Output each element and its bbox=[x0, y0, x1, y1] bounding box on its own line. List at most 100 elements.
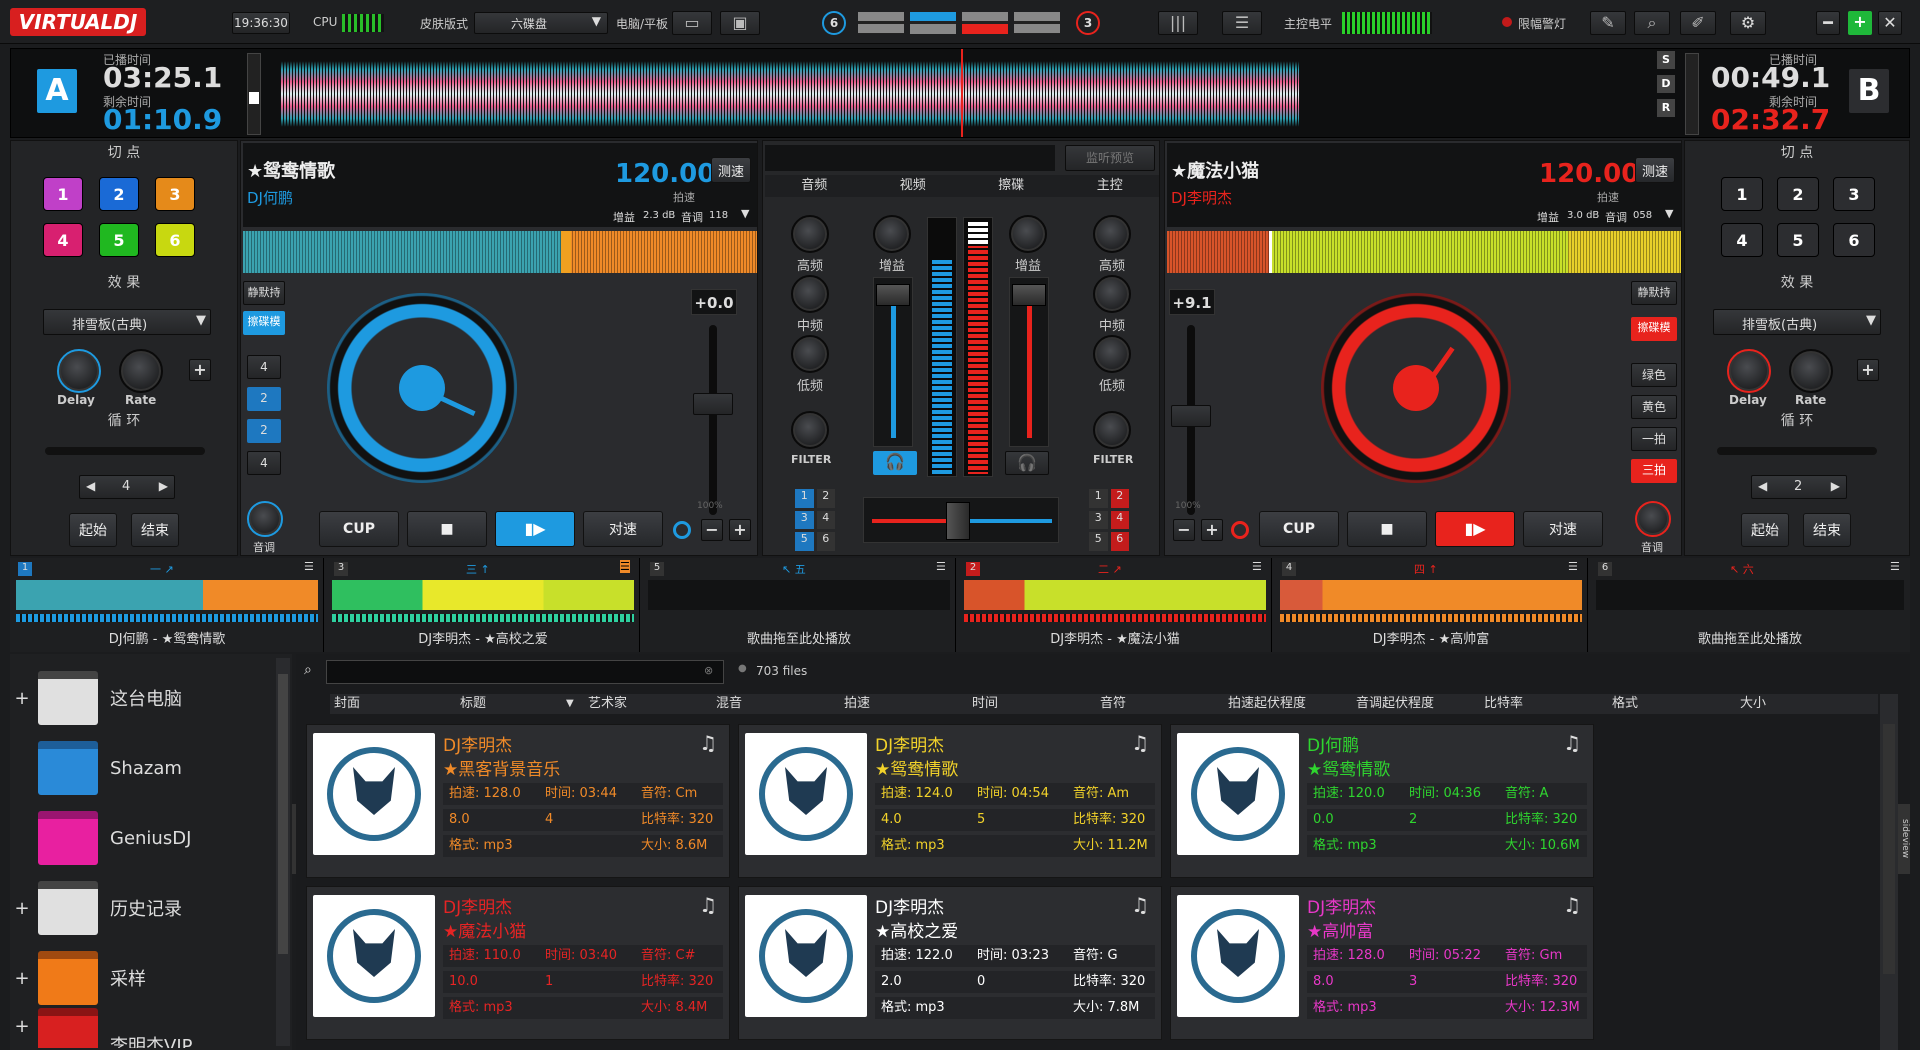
main-waveform-2[interactable] bbox=[1001, 53, 1299, 135]
channel-b-fader-handle[interactable] bbox=[1012, 284, 1046, 306]
crossfader[interactable] bbox=[863, 497, 1059, 543]
laptop-icon[interactable]: ▭ bbox=[672, 11, 712, 35]
folder-vip[interactable]: + 李明杰VIP bbox=[10, 1008, 280, 1048]
deck-b-tap-button[interactable]: 测速 bbox=[1635, 157, 1675, 183]
col-time[interactable]: 时间 bbox=[972, 694, 998, 714]
chevron-left-icon[interactable]: ◀ bbox=[86, 479, 95, 493]
deck-a-loop-2[interactable]: 2 bbox=[247, 387, 281, 411]
search-input[interactable] bbox=[326, 660, 724, 684]
mini-deck-1[interactable]: 1 一 ↗ ☰ DJ何鹏 - ★鸳鸯情歌 bbox=[10, 558, 324, 652]
left-fx-add-button[interactable]: + bbox=[189, 359, 211, 381]
col-key-var[interactable]: 音调起伏程度 bbox=[1356, 694, 1434, 714]
folder-this-pc[interactable]: + 这台电脑 bbox=[10, 666, 280, 730]
deck-a-minus-button[interactable]: − bbox=[701, 519, 723, 541]
left-fx-select[interactable]: 排雪板(古典) ▼ bbox=[43, 309, 211, 335]
tab-scratch[interactable]: 擦碟 bbox=[962, 175, 1061, 197]
eq-a-filter-knob[interactable] bbox=[791, 411, 829, 449]
col-cover[interactable]: 封面 bbox=[334, 694, 360, 714]
col-format[interactable]: 格式 bbox=[1612, 694, 1638, 714]
deck-a-pitch-slider[interactable] bbox=[709, 325, 717, 515]
music-note-icon[interactable]: ♫ bbox=[699, 731, 717, 755]
right-pad-1[interactable]: 1 bbox=[1721, 177, 1763, 211]
gain-a-knob[interactable] bbox=[873, 215, 911, 253]
right-fx-select[interactable]: 排雪板(古典) ▼ bbox=[1713, 309, 1881, 335]
right-loop-slider[interactable] bbox=[1717, 447, 1877, 455]
eq-b-low-knob[interactable] bbox=[1093, 335, 1131, 373]
deck-b-mode-2[interactable]: 擦碟模 bbox=[1631, 317, 1677, 341]
eq-b-mid-knob[interactable] bbox=[1093, 275, 1131, 313]
left-pad-2[interactable]: 2 bbox=[99, 177, 139, 211]
chevron-right-icon[interactable]: ▶ bbox=[1831, 479, 1840, 493]
tab-video[interactable]: 视频 bbox=[864, 175, 963, 197]
music-note-icon[interactable]: ♫ bbox=[1131, 893, 1149, 917]
left-loop-selector[interactable]: ◀ 4 ▶ bbox=[79, 475, 175, 499]
deck-a-loop-1[interactable]: 4 bbox=[247, 355, 281, 379]
folder-history[interactable]: + 历史记录 bbox=[10, 876, 280, 940]
right-pad-4[interactable]: 4 bbox=[1721, 223, 1763, 257]
pin-icon[interactable]: ✎ bbox=[1590, 11, 1626, 35]
deck-b-side-2[interactable]: 黄色 bbox=[1631, 395, 1677, 419]
deck-a-stop-button[interactable]: ■ bbox=[407, 511, 487, 547]
close-icon[interactable]: ✕ bbox=[1878, 11, 1902, 35]
list-icon[interactable]: ☰ bbox=[620, 560, 630, 573]
minimize-icon[interactable]: ━ bbox=[1816, 11, 1840, 35]
layout-switch-4[interactable] bbox=[1014, 12, 1060, 34]
music-note-icon[interactable]: ♫ bbox=[1563, 731, 1581, 755]
right-pad-6[interactable]: 6 bbox=[1833, 223, 1875, 257]
col-bitrate[interactable]: 比特率 bbox=[1484, 694, 1523, 714]
deck-a-volume-knob[interactable] bbox=[247, 501, 283, 537]
right-loop-selector[interactable]: ◀ 2 ▶ bbox=[1751, 475, 1847, 499]
right-pad-2[interactable]: 2 bbox=[1777, 177, 1819, 211]
list-icon[interactable]: ☰ bbox=[1890, 560, 1900, 573]
track-card[interactable]: DJ李明杰 ★高校之爱 ♫ 拍速: 122.0 时间: 03:23 音符: G 2.0 0 比特… bbox=[738, 886, 1162, 1040]
col-bpm-var[interactable]: 拍速起伏程度 bbox=[1228, 694, 1306, 714]
main-waveform[interactable] bbox=[281, 53, 1001, 135]
mini-deck-4[interactable]: 4 四 ↑ ☰ DJ李明杰 - ★高帅富 bbox=[1274, 558, 1588, 652]
left-loop-slider[interactable] bbox=[45, 447, 205, 455]
tab-audio[interactable]: 音频 bbox=[765, 175, 864, 197]
deck-b-mode-1[interactable]: 静默持 bbox=[1631, 281, 1677, 305]
crossfader-handle[interactable] bbox=[946, 502, 970, 540]
deck-a-loop-4[interactable]: 4 bbox=[247, 451, 281, 475]
clear-icon[interactable]: ⊗ bbox=[704, 664, 713, 677]
deck-b-cup-button[interactable]: CUP bbox=[1259, 511, 1339, 547]
maximize-icon[interactable]: + bbox=[1848, 11, 1872, 35]
right-pad-3[interactable]: 3 bbox=[1833, 177, 1875, 211]
left-pad-6[interactable]: 6 bbox=[155, 223, 195, 257]
folder-scrollbar[interactable] bbox=[276, 658, 290, 1046]
deck-b-jog-wheel[interactable] bbox=[1321, 293, 1511, 483]
list-icon[interactable]: ☰ bbox=[304, 560, 314, 573]
list-scrollbar[interactable] bbox=[1880, 694, 1898, 1050]
track-card[interactable]: DJ何鹏 ★鸳鸯情歌 ♫ 拍速: 120.0 时间: 04:36 音符: A 0.0 2 比特率… bbox=[1170, 724, 1594, 878]
track-card[interactable]: DJ李明杰 ★黑客背景音乐 ♫ 拍速: 128.0 时间: 03:44 音符: Cm 8.0… bbox=[306, 724, 730, 878]
deck-b-waveform[interactable] bbox=[1167, 231, 1681, 273]
deck-b-plus-button[interactable]: + bbox=[1201, 519, 1223, 541]
deck-b-side-1[interactable]: 绿色 bbox=[1631, 363, 1677, 387]
channel-b-fader-track[interactable] bbox=[1009, 277, 1049, 447]
layout-switch-1[interactable] bbox=[858, 12, 904, 34]
list-icon[interactable]: ☰ bbox=[936, 560, 946, 573]
skin-select[interactable]: 六碟盘 ▼ bbox=[474, 12, 608, 34]
track-card[interactable]: DJ李明杰 ★鸳鸯情歌 ♫ 拍速: 124.0 时间: 04:54 音符: Am 4.0 5 比… bbox=[738, 724, 1162, 878]
headphone-a-icon[interactable]: 🎧 bbox=[873, 451, 917, 475]
layout-switch-2[interactable] bbox=[910, 12, 956, 34]
mini-deck-2[interactable]: 2 二 ↗ ☰ DJ李明杰 - ★魔法小猫 bbox=[958, 558, 1272, 652]
left-pad-3[interactable]: 3 bbox=[155, 177, 195, 211]
folder-samples[interactable]: + 采样 bbox=[10, 946, 280, 1010]
mini-deck-5[interactable]: 5 ↖ 五 ☰ 歌曲拖至此处播放 bbox=[642, 558, 956, 652]
expand-icon[interactable]: + bbox=[10, 1016, 34, 1037]
mini-deck-3[interactable]: 3 三 ↑ ☰ DJ李明杰 - ★高校之爱 bbox=[326, 558, 640, 652]
list-icon[interactable]: ☰ bbox=[1252, 560, 1262, 573]
channel-a-fader-track[interactable] bbox=[873, 277, 913, 447]
deck-a-tap-button[interactable]: 测速 bbox=[711, 157, 751, 183]
right-delay-knob[interactable] bbox=[1727, 349, 1771, 393]
right-loop-end-button[interactable]: 结束 bbox=[1803, 513, 1851, 547]
deck-b-play-button[interactable]: ▮▶ bbox=[1435, 511, 1515, 547]
deck-a-play-button[interactable]: ▮▶ bbox=[495, 511, 575, 547]
right-fx-add-button[interactable]: + bbox=[1857, 359, 1879, 381]
list-icon[interactable]: ☰ bbox=[1568, 560, 1578, 573]
col-remix[interactable]: 混音 bbox=[716, 694, 742, 714]
music-note-icon[interactable]: ♫ bbox=[1563, 893, 1581, 917]
deck-select-left[interactable]: 12 34 56 bbox=[795, 489, 835, 551]
deck-a-mode-2[interactable]: 擦碟模 bbox=[243, 311, 285, 335]
